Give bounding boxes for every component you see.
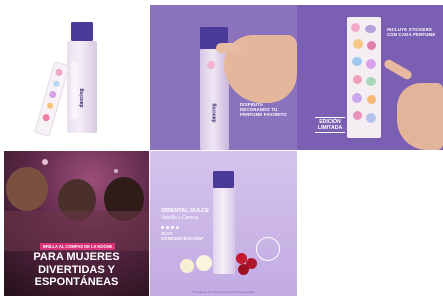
finger (382, 58, 414, 81)
vanilla-flower-icon (180, 259, 194, 273)
concentration-label: ALTA CONCENTRACIÓN* (161, 231, 204, 241)
fragrance-family: ORIENTAL DULCE (161, 208, 210, 214)
sticker-application-photo: dancing DISFRUTA DECORANDO TU PERFUME FA… (150, 5, 297, 150)
promo-tag: BRILLA AL COMPAS DE LA NOCHE (40, 243, 116, 250)
bottle-brand-label: dancing (79, 88, 85, 108)
tile3-caption: INCLUYE STICKERS CON CADA PERFUME (387, 27, 436, 37)
sticker-sheet (34, 61, 70, 137)
promo-headline: PARA MUJERES DIVERTIDAS Y ESPONTÁNEAS (33, 251, 120, 288)
hand (397, 83, 443, 150)
footnote: *Fragancia con alta concentración de ese… (192, 290, 255, 294)
perfume-bottle (213, 188, 235, 274)
person (6, 167, 48, 211)
product-photo-white: dancing (0, 0, 148, 150)
bottle-cap (213, 171, 234, 188)
vanilla-flower-icon (196, 255, 212, 271)
quality-seal (256, 237, 280, 261)
fragrance-notes: Vainilla y Cereza (161, 215, 199, 221)
cherry-icon (238, 264, 249, 275)
bottle-cap (71, 22, 93, 41)
lifestyle-party-photo: BRILLA AL COMPAS DE LA NOCHE PARA MUJERE… (4, 151, 149, 296)
limited-edition-badge: EDICIÓN LIMITADA (315, 117, 345, 133)
bottle-brand-label: dancing (211, 103, 218, 123)
sticker-sheet (347, 17, 381, 138)
finger (216, 43, 242, 53)
sparkle (42, 159, 48, 165)
sticker-sheet-photo: INCLUYE STICKERS CON CADA PERFUME EDICIÓ… (297, 5, 443, 150)
tile2-caption: DISFRUTA DECORANDO TU PERFUME FAVORITO (240, 102, 287, 117)
sparkle (114, 169, 118, 173)
fragrance-notes-photo: ORIENTAL DULCE Vainilla y Cereza ALTA CO… (150, 151, 297, 296)
